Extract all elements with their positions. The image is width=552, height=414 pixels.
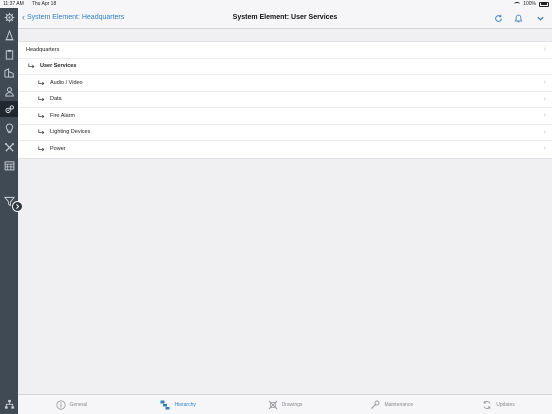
hierarchy-child-row[interactable]: Fire Alarm › bbox=[18, 108, 552, 125]
row-label: Data bbox=[50, 96, 62, 103]
hierarchy-current-row: User Services bbox=[18, 59, 552, 75]
more-options-button[interactable] bbox=[535, 13, 545, 23]
settings-icon[interactable] bbox=[3, 11, 15, 23]
tab-label: Updates bbox=[496, 401, 515, 408]
tab-maintenance[interactable]: Maintenance bbox=[338, 395, 445, 414]
tools-icon[interactable] bbox=[3, 141, 15, 153]
systems-gear-icon[interactable] bbox=[0, 101, 18, 117]
person-icon[interactable] bbox=[3, 85, 15, 97]
refresh-button[interactable] bbox=[493, 13, 503, 23]
tab-label: Maintenance bbox=[384, 401, 414, 408]
status-time: 11:37 AM bbox=[3, 1, 24, 7]
child-arrow-icon bbox=[38, 96, 46, 102]
chevron-down-icon bbox=[536, 16, 544, 21]
refresh-icon bbox=[494, 14, 502, 22]
chevron-right-icon: › bbox=[543, 112, 546, 119]
drawings-icon bbox=[268, 400, 277, 409]
child-arrow-icon bbox=[38, 80, 46, 86]
tab-general[interactable]: General bbox=[18, 395, 125, 414]
hierarchy-icon bbox=[160, 400, 170, 409]
row-label: Audio / Video bbox=[50, 79, 83, 86]
page-title: System Element: User Services bbox=[232, 14, 338, 21]
buildings-icon[interactable] bbox=[3, 66, 15, 78]
child-arrow-icon bbox=[38, 113, 46, 119]
info-icon bbox=[55, 399, 66, 410]
tab-hierarchy[interactable]: Hierarchy bbox=[125, 395, 232, 414]
row-label: Lighting Devices bbox=[50, 129, 91, 136]
notifications-button[interactable] bbox=[513, 13, 523, 23]
row-label: Power bbox=[50, 146, 66, 153]
hierarchy-child-row[interactable]: Audio / Video › bbox=[18, 75, 552, 92]
hierarchy-child-row[interactable]: Lighting Devices › bbox=[18, 125, 552, 141]
tab-bar: General Hierarchy Drawings Maintenance U… bbox=[18, 394, 552, 414]
battery-icon bbox=[539, 1, 549, 7]
chevron-right-icon: › bbox=[543, 46, 546, 53]
tab-drawings[interactable]: Drawings bbox=[232, 395, 339, 414]
sync-icon bbox=[483, 400, 491, 409]
chevron-right-icon: › bbox=[543, 128, 546, 136]
bell-icon bbox=[514, 14, 522, 22]
calendar-icon[interactable] bbox=[3, 159, 15, 171]
chevron-right-icon: › bbox=[543, 145, 546, 152]
tab-label: Hierarchy bbox=[174, 401, 196, 408]
cone-icon[interactable] bbox=[3, 29, 15, 41]
child-arrow-icon bbox=[38, 129, 46, 135]
status-date: Thu Apr 18 bbox=[31, 1, 57, 7]
status-indicators: 100% bbox=[514, 1, 549, 7]
tab-label: General bbox=[69, 401, 88, 408]
wifi-icon bbox=[514, 2, 521, 6]
tab-updates[interactable]: Updates bbox=[445, 395, 552, 414]
tab-label: Drawings bbox=[281, 401, 303, 408]
hierarchy-list: Headquarters › User Services Audio / Vid… bbox=[18, 41, 552, 159]
hierarchy-child-row[interactable]: Power › bbox=[18, 141, 552, 158]
network-icon[interactable] bbox=[3, 398, 15, 410]
row-label: Fire Alarm bbox=[50, 112, 76, 119]
chevron-right-icon bbox=[16, 204, 20, 209]
child-arrow-icon bbox=[28, 63, 36, 69]
child-arrow-icon bbox=[38, 146, 46, 152]
hierarchy-parent-row[interactable]: Headquarters › bbox=[18, 42, 552, 59]
battery-percent: 100% bbox=[523, 1, 536, 7]
hierarchy-child-row[interactable]: Data › bbox=[18, 92, 552, 108]
sidebar-expand-button[interactable] bbox=[12, 201, 23, 212]
clipboard-icon[interactable] bbox=[3, 48, 15, 60]
row-label: User Services bbox=[40, 63, 77, 70]
navigation-bar: ‹ System Element: Headquarters System El… bbox=[18, 8, 552, 29]
chevron-right-icon: › bbox=[543, 95, 546, 103]
chevron-right-icon: › bbox=[543, 79, 546, 86]
wrench-icon bbox=[371, 400, 380, 409]
lightbulb-icon[interactable] bbox=[3, 122, 15, 134]
status-bar: 11:37 AM Thu Apr 18 100% bbox=[0, 0, 552, 8]
row-label: Headquarters bbox=[26, 46, 60, 53]
